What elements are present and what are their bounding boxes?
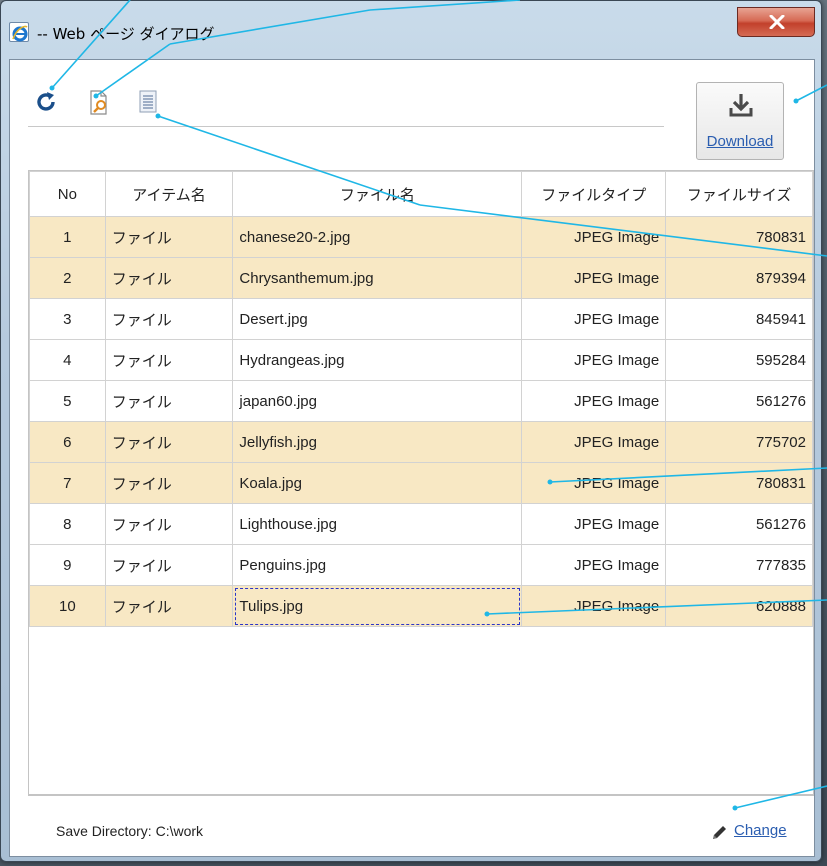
cell-file-type: JPEG Image bbox=[521, 421, 667, 463]
table-row[interactable]: 5 ファイル japan60.jpg JPEG Image 561276 bbox=[29, 380, 813, 422]
cell-no: 4 bbox=[29, 339, 106, 381]
cell-no: 6 bbox=[29, 421, 106, 463]
close-button[interactable] bbox=[737, 7, 815, 37]
cell-item-name: ファイル bbox=[104, 585, 234, 627]
cell-item-name: ファイル bbox=[104, 462, 234, 504]
download-icon bbox=[729, 94, 753, 117]
save-directory-text: Save Directory: C:\work bbox=[56, 823, 204, 839]
cell-file-size: 775702 bbox=[665, 421, 813, 463]
close-icon bbox=[769, 15, 785, 29]
toolbar-divider bbox=[28, 126, 664, 127]
table-row[interactable]: 2 ファイル Chrysanthemum.jpg JPEG Image 8793… bbox=[29, 257, 813, 299]
cell-file-name: Desert.jpg bbox=[232, 298, 523, 340]
cell-no: 7 bbox=[29, 462, 106, 504]
list-icon[interactable] bbox=[138, 90, 162, 114]
table-row[interactable]: 3 ファイル Desert.jpg JPEG Image 845941 bbox=[29, 298, 813, 340]
table-row[interactable]: 10 ファイル Tulips.jpg JPEG Image 620888 bbox=[29, 585, 813, 627]
internet-explorer-icon bbox=[9, 22, 29, 42]
cell-no: 8 bbox=[29, 503, 106, 545]
cell-file-type: JPEG Image bbox=[521, 298, 667, 340]
cell-file-size: 561276 bbox=[665, 503, 813, 545]
column-header-file-name[interactable]: ファイル名 bbox=[232, 171, 523, 217]
cell-file-type: JPEG Image bbox=[521, 257, 667, 299]
cell-no: 2 bbox=[29, 257, 106, 299]
change-link[interactable]: Change bbox=[734, 822, 787, 839]
cell-file-name: chanese20-2.jpg bbox=[232, 216, 523, 258]
download-label: Download bbox=[706, 133, 774, 150]
cell-item-name: ファイル bbox=[104, 380, 234, 422]
cell-item-name: ファイル bbox=[104, 257, 234, 299]
cell-file-size: 595284 bbox=[665, 339, 813, 381]
cell-item-name: ファイル bbox=[104, 298, 234, 340]
column-header-no[interactable]: No bbox=[29, 171, 106, 217]
cell-file-name: Chrysanthemum.jpg bbox=[232, 257, 523, 299]
cell-item-name: ファイル bbox=[104, 544, 234, 586]
cell-file-name: Hydrangeas.jpg bbox=[232, 339, 523, 381]
download-button[interactable]: Download bbox=[696, 82, 784, 160]
preview-icon[interactable] bbox=[88, 90, 112, 115]
cell-file-name: Penguins.jpg bbox=[232, 544, 523, 586]
cell-file-type: JPEG Image bbox=[521, 544, 667, 586]
dialog-window: -- Web ページ ダイアログ Download No アイテム名 ファイル名… bbox=[0, 0, 822, 862]
cell-file-size: 845941 bbox=[665, 298, 813, 340]
title-bar[interactable]: -- Web ページ ダイアログ bbox=[1, 1, 821, 59]
cell-no: 9 bbox=[29, 544, 106, 586]
cell-file-type: JPEG Image bbox=[521, 339, 667, 381]
dialog-content: Download No アイテム名 ファイル名 ファイルタイプ ファイルサイズ … bbox=[9, 59, 815, 857]
cell-file-size: 561276 bbox=[665, 380, 813, 422]
cell-item-name: ファイル bbox=[104, 339, 234, 381]
column-header-file-size[interactable]: ファイルサイズ bbox=[665, 171, 813, 217]
cell-file-size: 620888 bbox=[665, 585, 813, 627]
column-header-file-type[interactable]: ファイルタイプ bbox=[521, 171, 667, 217]
cell-file-name: Koala.jpg bbox=[232, 462, 523, 504]
cell-item-name: ファイル bbox=[104, 421, 234, 463]
cell-file-size: 879394 bbox=[665, 257, 813, 299]
column-header-item-name[interactable]: アイテム名 bbox=[104, 171, 234, 217]
cell-file-name: Jellyfish.jpg bbox=[232, 421, 523, 463]
cell-file-name-focused[interactable]: Tulips.jpg bbox=[232, 585, 523, 627]
file-table: No アイテム名 ファイル名 ファイルタイプ ファイルサイズ 1 ファイル ch… bbox=[28, 170, 814, 795]
cell-file-type: JPEG Image bbox=[521, 216, 667, 258]
table-row[interactable]: 7 ファイル Koala.jpg JPEG Image 780831 bbox=[29, 462, 813, 504]
table-row[interactable]: 4 ファイル Hydrangeas.jpg JPEG Image 595284 bbox=[29, 339, 813, 381]
toolbar: Download bbox=[10, 60, 814, 170]
table-row[interactable]: 6 ファイル Jellyfish.jpg JPEG Image 775702 bbox=[29, 421, 813, 463]
window-title: -- Web ページ ダイアログ bbox=[37, 25, 215, 43]
refresh-icon[interactable] bbox=[34, 90, 58, 114]
cell-file-type: JPEG Image bbox=[521, 503, 667, 545]
cell-no: 5 bbox=[29, 380, 106, 422]
footer-bar: Save Directory: C:\work Change bbox=[28, 795, 814, 855]
table-header-row: No アイテム名 ファイル名 ファイルタイプ ファイルサイズ bbox=[29, 171, 813, 217]
cell-no: 3 bbox=[29, 298, 106, 340]
cell-file-name: japan60.jpg bbox=[232, 380, 523, 422]
cell-file-size: 780831 bbox=[665, 216, 813, 258]
cell-no: 10 bbox=[29, 585, 106, 627]
table-row[interactable]: 8 ファイル Lighthouse.jpg JPEG Image 561276 bbox=[29, 503, 813, 545]
cell-file-type: JPEG Image bbox=[521, 585, 667, 627]
pencil-icon bbox=[713, 826, 726, 839]
cell-no: 1 bbox=[29, 216, 106, 258]
table-row[interactable]: 1 ファイル chanese20-2.jpg JPEG Image 780831 bbox=[29, 216, 813, 258]
cell-item-name: ファイル bbox=[104, 216, 234, 258]
cell-file-size: 777835 bbox=[665, 544, 813, 586]
cell-item-name: ファイル bbox=[104, 503, 234, 545]
cell-file-type: JPEG Image bbox=[521, 462, 667, 504]
cell-file-size: 780831 bbox=[665, 462, 813, 504]
table-row[interactable]: 9 ファイル Penguins.jpg JPEG Image 777835 bbox=[29, 544, 813, 586]
cell-file-name: Lighthouse.jpg bbox=[232, 503, 523, 545]
cell-file-type: JPEG Image bbox=[521, 380, 667, 422]
